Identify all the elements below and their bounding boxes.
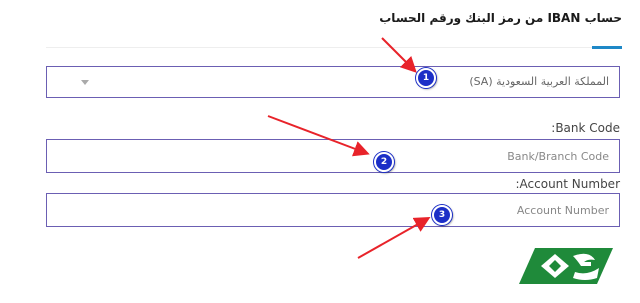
annotation-marker-2: 2: [374, 152, 394, 172]
annotation-marker-3: 3: [432, 205, 452, 225]
green-banknote-logo-icon: [519, 248, 613, 284]
arrow-2: [267, 115, 370, 157]
arrow-1: [381, 37, 417, 73]
arrow-3: [357, 217, 431, 259]
annotation-marker-1: 1: [416, 68, 436, 88]
